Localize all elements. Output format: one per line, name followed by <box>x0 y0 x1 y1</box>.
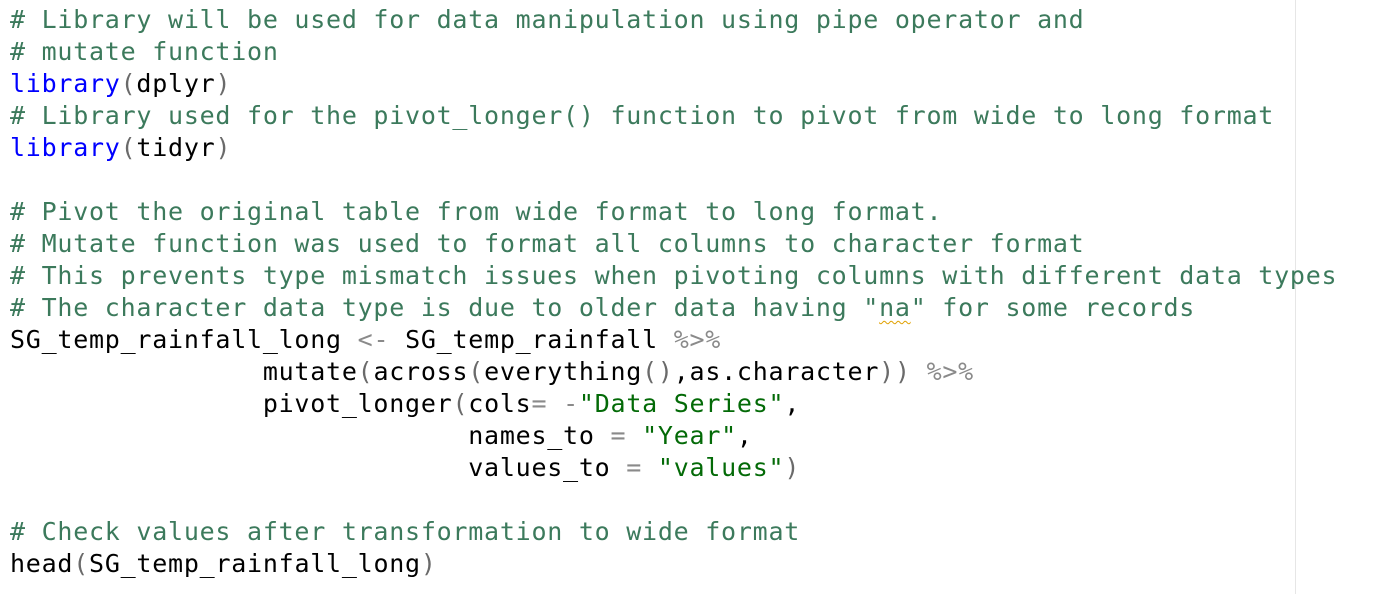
equals-operator: = <box>531 389 548 418</box>
comment: # Check values after transformation to w… <box>10 517 801 546</box>
separator: , <box>784 389 801 418</box>
comment: # Mutate function was used to format all… <box>10 229 1085 258</box>
code-line[interactable]: pivot_longer(cols= -"Data Series", <box>10 388 1337 420</box>
code-line[interactable]: names_to = "Year", <box>10 420 1337 452</box>
argument: dplyr <box>136 69 216 98</box>
function-name: library <box>10 133 121 162</box>
string-literal: "values" <box>657 453 785 482</box>
paren: ( <box>73 549 90 578</box>
assign-operator: <- <box>357 325 390 354</box>
argument: as.character <box>689 357 880 386</box>
code-line[interactable]: # The character data type is due to olde… <box>10 292 1337 324</box>
code-content[interactable]: # Library will be used for data manipula… <box>10 4 1337 580</box>
argument: SG_temp_rainfall_long <box>89 549 421 578</box>
function-name: head <box>10 549 74 578</box>
code-line[interactable]: # Library used for the pivot_longer() fu… <box>10 100 1337 132</box>
parameter: cols <box>468 389 532 418</box>
code-line[interactable]: library(dplyr) <box>10 68 1337 100</box>
blank-line[interactable] <box>10 484 1337 516</box>
comment: # Pivot the original table from wide for… <box>10 197 943 226</box>
parameter: values_to <box>468 453 611 482</box>
paren: ( <box>468 357 485 386</box>
variable: SG_temp_rainfall_long <box>10 325 342 354</box>
paren: ) <box>420 549 437 578</box>
comment: # This prevents type mismatch issues whe… <box>10 261 1338 290</box>
paren: ( <box>357 357 374 386</box>
function-name: mutate <box>262 357 358 386</box>
negation-operator: - <box>563 389 579 418</box>
separator: , <box>736 421 753 450</box>
code-line[interactable]: # This prevents type mismatch issues whe… <box>10 260 1337 292</box>
string-literal: "Year" <box>642 421 737 450</box>
paren: ) <box>215 133 232 162</box>
paren: ) <box>784 453 801 482</box>
paren: ( <box>120 133 137 162</box>
parameter: names_to <box>468 421 595 450</box>
argument: tidyr <box>136 133 216 162</box>
function-name: everything <box>484 357 643 386</box>
code-line[interactable]: # Check values after transformation to w… <box>10 516 1337 548</box>
comment: # Library used for the pivot_longer() fu… <box>10 101 1275 130</box>
paren: ( <box>452 389 469 418</box>
string-literal: "Data Series" <box>578 389 785 418</box>
comment: # Library will be used for data manipula… <box>10 5 1085 34</box>
paren: )) <box>879 357 911 386</box>
function-name: pivot_longer <box>262 389 453 418</box>
code-line[interactable]: values_to = "values") <box>10 452 1337 484</box>
function-name: library <box>10 69 121 98</box>
variable: SG_temp_rainfall <box>405 325 658 354</box>
code-line[interactable]: # Pivot the original table from wide for… <box>10 196 1337 228</box>
code-line[interactable]: # mutate function <box>10 36 1337 68</box>
function-name: across <box>373 357 469 386</box>
comment: # mutate function <box>10 37 279 66</box>
code-line[interactable]: # Mutate function was used to format all… <box>10 228 1337 260</box>
paren: () <box>642 357 674 386</box>
blank-line[interactable] <box>10 164 1337 196</box>
equals-operator: = <box>626 453 643 482</box>
comment: # The character data type is due to olde… <box>10 293 880 322</box>
code-editor[interactable]: # Library will be used for data manipula… <box>0 0 1394 594</box>
pipe-operator: %>% <box>926 357 974 386</box>
paren: ( <box>120 69 137 98</box>
comment: " for some records <box>910 293 1196 322</box>
code-line[interactable]: mutate(across(everything(),as.character)… <box>10 356 1337 388</box>
code-line[interactable]: library(tidyr) <box>10 132 1337 164</box>
spellcheck-word[interactable]: na <box>879 293 911 322</box>
code-line[interactable]: SG_temp_rainfall_long <- SG_temp_rainfal… <box>10 324 1337 356</box>
code-line[interactable]: head(SG_temp_rainfall_long) <box>10 548 1337 580</box>
separator: , <box>673 357 690 386</box>
paren: ) <box>215 69 232 98</box>
code-line[interactable]: # Library will be used for data manipula… <box>10 4 1337 36</box>
equals-operator: = <box>610 421 627 450</box>
pipe-operator: %>% <box>673 325 722 354</box>
